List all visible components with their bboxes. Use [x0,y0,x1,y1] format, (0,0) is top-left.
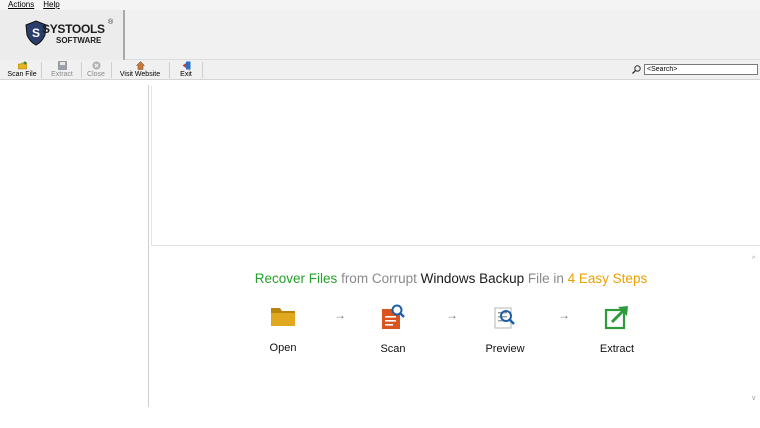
step-open-label: Open [269,342,297,354]
menu-actions[interactable]: Actions [8,0,34,10]
toolbar-separator [81,62,82,78]
arrow-icon: → [334,308,346,322]
steps-panel: Recover Files from Corrupt Windows Backu… [151,248,751,408]
step-extract: Extract [577,303,657,355]
exit-label: Exit [180,71,192,78]
header-banner: S SYSTOOLS ® SOFTWARE [0,10,760,60]
step-preview: Preview [465,303,545,355]
headline-recover-files: Recover Files [254,271,338,286]
scan-file-label: Scan File [7,71,37,78]
step-scan-label: Scan [380,343,406,355]
logo: S SYSTOOLS ® SOFTWARE [0,10,125,60]
visit-website-button[interactable]: Visit Website [117,61,163,79]
menu-help[interactable]: Help [43,0,59,10]
extract-label: Extract [51,71,73,78]
step-extract-label: Extract [599,343,635,355]
step-scan: Scan [353,303,433,355]
step-preview-label: Preview [485,343,525,355]
brand-name: SYSTOOLS [42,22,105,36]
folder-icon [271,308,295,326]
folder-tree-pane[interactable] [0,85,149,407]
toolbar-separator [111,62,112,78]
vertical-scrollbar[interactable]: ^ v [751,248,760,408]
scroll-up-icon[interactable]: ^ [752,256,755,263]
menu-bar: Actions Help [0,0,760,10]
home-icon [135,61,145,70]
step-open: Open [243,302,323,354]
file-list-pane[interactable] [151,86,760,246]
close-icon [92,61,100,70]
toolbar-separator [41,62,42,78]
headline-windows-backup: Windows Backup [420,271,525,286]
steps-headline: Recover Files from Corrupt Windows Backu… [151,271,751,286]
extract-icon [604,306,628,330]
brand-registered-mark: ® [108,19,114,26]
headline-file-in: File in [524,271,568,286]
visit-website-label: Visit Website [119,71,161,78]
status-bar [0,407,760,428]
headline-easy-steps: 4 Easy Steps [567,271,648,286]
toolbar-separator [202,62,203,78]
search-icon [632,65,641,74]
scan-document-icon [382,304,405,329]
save-icon [57,61,67,70]
scan-file-icon [17,61,27,70]
exit-icon [182,61,190,70]
close-button[interactable]: Close [85,61,107,79]
arrow-icon: → [446,308,458,322]
preview-icon [494,307,515,329]
close-label: Close [87,71,105,78]
brand-subtitle: SOFTWARE [56,36,102,45]
extract-button[interactable]: Extract [49,61,75,79]
scroll-down-icon[interactable]: v [752,395,756,402]
headline-from-corrupt: from Corrupt [337,271,421,286]
scan-file-button[interactable]: Scan File [6,61,38,79]
arrow-icon: → [558,308,570,322]
search-area [632,64,758,75]
exit-button[interactable]: Exit [177,61,195,79]
toolbar-separator [169,62,170,78]
svg-text:S: S [32,26,40,40]
search-input[interactable] [644,64,758,75]
